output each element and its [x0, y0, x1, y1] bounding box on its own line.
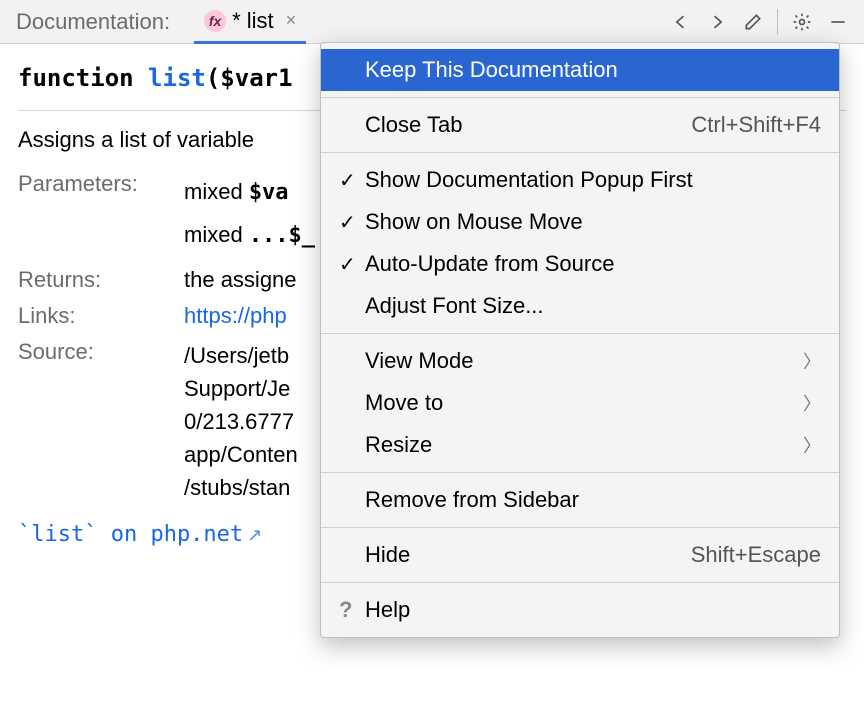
function-icon: fx: [204, 10, 226, 32]
param2-name: ...$_: [249, 223, 315, 248]
menu-label: Remove from Sidebar: [365, 487, 579, 513]
menu-separator: [321, 582, 839, 583]
source-label: Source:: [18, 339, 178, 504]
separator: [777, 9, 778, 35]
menu-label: Show on Mouse Move: [365, 209, 583, 235]
menu-show-on-mouse-move[interactable]: ✓ Show on Mouse Move: [321, 201, 839, 243]
menu-label: Adjust Font Size...: [365, 293, 544, 319]
parameters-label: Parameters:: [18, 171, 178, 257]
menu-label: View Mode: [365, 348, 473, 374]
menu-separator: [321, 527, 839, 528]
check-icon: ✓: [339, 168, 365, 193]
menu-remove-from-sidebar[interactable]: ✓ Remove from Sidebar: [321, 479, 839, 521]
menu-show-popup-first[interactable]: ✓ Show Documentation Popup First: [321, 159, 839, 201]
menu-separator: [321, 152, 839, 153]
menu-view-mode[interactable]: ✓ View Mode 〉: [321, 340, 839, 382]
keyword: function: [18, 64, 134, 92]
menu-label: Move to: [365, 390, 443, 416]
param1-name: $va: [249, 180, 289, 205]
external-link-icon: ↗: [247, 525, 262, 545]
menu-label: Auto-Update from Source: [365, 251, 614, 277]
function-name: list: [148, 64, 206, 92]
chevron-right-icon: 〉: [803, 390, 821, 416]
tab-list[interactable]: fx * list ×: [194, 0, 306, 44]
menu-separator: [321, 97, 839, 98]
menu-separator: [321, 333, 839, 334]
args-open: (: [206, 64, 220, 92]
menu-shortcut: Shift+Escape: [691, 542, 821, 568]
menu-label: Resize: [365, 432, 432, 458]
external-link-text: `list` on php.net: [18, 522, 243, 547]
gear-icon[interactable]: [788, 8, 816, 36]
menu-label: Hide: [365, 542, 410, 568]
edit-icon[interactable]: [739, 8, 767, 36]
menu-move-to[interactable]: ✓ Move to 〉: [321, 382, 839, 424]
minimize-icon[interactable]: [824, 8, 852, 36]
menu-resize[interactable]: ✓ Resize 〉: [321, 424, 839, 466]
menu-help[interactable]: ? Help: [321, 589, 839, 631]
panel-title: Documentation:: [8, 9, 170, 35]
check-icon: ✓: [339, 252, 365, 277]
tab-label: * list: [232, 8, 274, 34]
returns-label: Returns:: [18, 267, 178, 293]
back-icon[interactable]: [667, 8, 695, 36]
menu-keep-documentation[interactable]: ✓ Keep This Documentation: [321, 49, 839, 91]
doc-link[interactable]: https://php: [184, 303, 287, 328]
menu-separator: [321, 472, 839, 473]
menu-label: Help: [365, 597, 410, 623]
links-label: Links:: [18, 303, 178, 329]
arg1: $var1: [220, 64, 292, 92]
menu-shortcut: Ctrl+Shift+F4: [691, 112, 821, 138]
menu-label: Show Documentation Popup First: [365, 167, 693, 193]
menu-auto-update[interactable]: ✓ Auto-Update from Source: [321, 243, 839, 285]
menu-label: Keep This Documentation: [365, 57, 618, 83]
forward-icon[interactable]: [703, 8, 731, 36]
menu-hide[interactable]: ✓ Hide Shift+Escape: [321, 534, 839, 576]
menu-close-tab[interactable]: ✓ Close Tab Ctrl+Shift+F4: [321, 104, 839, 146]
param1-type: mixed: [184, 179, 243, 204]
param2-type: mixed: [184, 222, 243, 247]
documentation-header: Documentation: fx * list ×: [0, 0, 864, 44]
chevron-right-icon: 〉: [803, 432, 821, 458]
menu-adjust-font-size[interactable]: ✓ Adjust Font Size...: [321, 285, 839, 327]
menu-label: Close Tab: [365, 112, 462, 138]
help-icon: ?: [339, 597, 365, 623]
context-menu: ✓ Keep This Documentation ✓ Close Tab Ct…: [320, 42, 840, 638]
check-icon: ✓: [339, 210, 365, 235]
close-tab-icon[interactable]: ×: [286, 10, 297, 31]
chevron-right-icon: 〉: [803, 348, 821, 374]
